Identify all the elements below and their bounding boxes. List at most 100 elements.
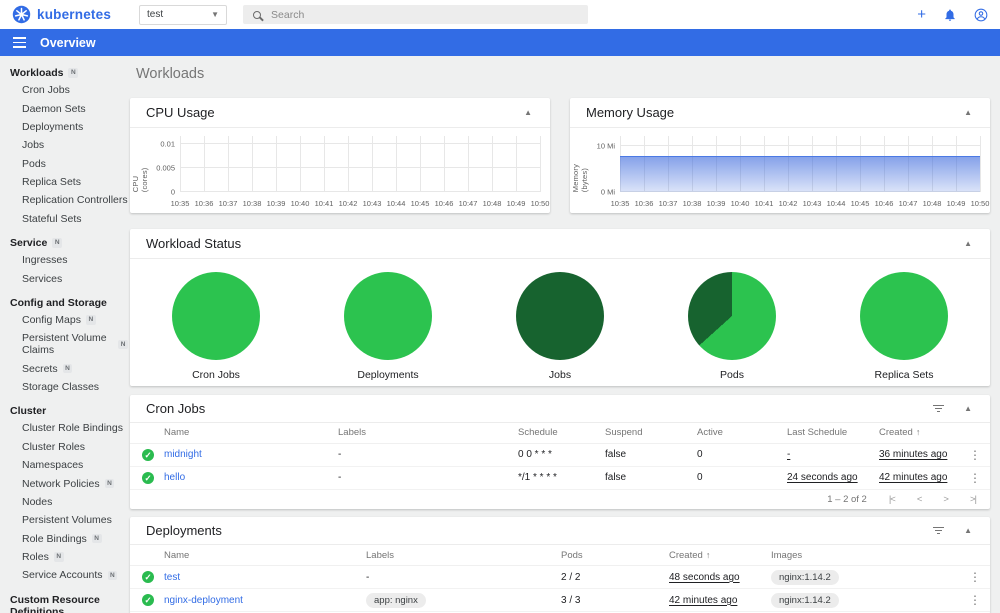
column-header-created[interactable]: Created ↑: [669, 550, 771, 561]
sidebar-item-nodes[interactable]: Nodes: [0, 493, 128, 511]
column-header-last-schedule[interactable]: Last Schedule: [787, 427, 879, 438]
sidebar-item-ingresses[interactable]: Ingresses: [0, 251, 128, 269]
kubernetes-logo[interactable]: kubernetes: [12, 5, 111, 24]
search-bar[interactable]: [243, 5, 589, 24]
sidebar-item-label: Secrets: [22, 362, 58, 375]
sidebar-item-roles[interactable]: Roles N: [0, 548, 128, 566]
pie-chart-deployments: [344, 272, 432, 360]
memory-y-axis-label: Memory (bytes): [571, 163, 589, 192]
status-ok-icon: ✓: [142, 471, 154, 484]
next-page-icon[interactable]: >: [943, 494, 948, 505]
menu-hamburger-icon[interactable]: [13, 37, 26, 48]
x-tick-label: 10:35: [610, 199, 630, 208]
schedule-cell: 0 0 * * *: [518, 449, 552, 460]
images-cell: nginx:1.14.2: [771, 569, 960, 585]
column-header-suspend[interactable]: Suspend: [605, 427, 697, 438]
sidebar-item-persistent-volume-claims[interactable]: Persistent Volume Claims N: [0, 329, 128, 359]
sidebar-group-workloads[interactable]: Workloads N: [10, 67, 128, 79]
column-header-schedule[interactable]: Schedule: [518, 427, 605, 438]
cronjob-name-link[interactable]: midnight: [164, 449, 338, 460]
gridline: [620, 145, 980, 147]
row-menu-icon[interactable]: ⋮: [960, 593, 990, 607]
sidebar-item-daemon-sets[interactable]: Daemon Sets: [0, 99, 128, 117]
sidebar-item-label: Namespaces: [22, 459, 84, 472]
sidebar-item-storage-classes[interactable]: Storage Classes: [0, 378, 128, 396]
sidebar-item-cron-jobs[interactable]: Cron Jobs: [0, 81, 128, 99]
column-header-name[interactable]: Name: [164, 427, 338, 438]
x-tick-label: 10:36: [194, 199, 214, 208]
sidebar-item-network-policies[interactable]: Network Policies N: [0, 474, 128, 492]
new-badge: N: [85, 315, 96, 325]
x-tick-label: 10:36: [634, 199, 654, 208]
deployment-name-link[interactable]: nginx-deployment: [164, 595, 366, 606]
collapse-caret-icon[interactable]: ▲: [962, 524, 974, 537]
sidebar-item-services[interactable]: Services: [0, 269, 128, 287]
kubernetes-dashboard: kubernetes test ▼ + Overview WorkloadsNC…: [0, 0, 1000, 613]
column-header-label: Last Schedule: [787, 427, 848, 439]
column-header-labels[interactable]: Labels: [366, 550, 561, 561]
deployments-table-header: Name Labels Pods Created ↑ Images: [130, 545, 990, 566]
last-page-icon[interactable]: >|: [970, 494, 977, 505]
sidebar-group-label: Config and Storage: [10, 296, 107, 309]
row-menu-icon[interactable]: ⋮: [960, 448, 990, 462]
column-header-label: Schedule: [518, 427, 558, 439]
sidebar-item-pods[interactable]: Pods: [0, 155, 128, 173]
top-bar: kubernetes test ▼ +: [0, 0, 1000, 29]
sidebar-item-replication-controllers[interactable]: Replication Controllers: [0, 191, 128, 209]
column-header-name[interactable]: Name: [164, 550, 366, 561]
x-tick-label: 10:43: [362, 199, 382, 208]
sidebar-group-service[interactable]: Service N: [10, 237, 128, 249]
x-tick-label: 10:50: [530, 199, 550, 208]
x-tick-label: 10:47: [898, 199, 918, 208]
collapse-caret-icon[interactable]: ▲: [962, 106, 974, 119]
row-menu-icon[interactable]: ⋮: [960, 471, 990, 485]
cronjob-name-link[interactable]: hello: [164, 472, 338, 483]
column-header-labels[interactable]: Labels: [338, 427, 518, 438]
sidebar-item-service-accounts[interactable]: Service Accounts N: [0, 566, 128, 584]
gridline: [468, 136, 469, 192]
notifications-bell-icon[interactable]: [943, 8, 957, 22]
x-tick-label: 10:38: [682, 199, 702, 208]
gridline: [324, 136, 325, 192]
x-tick-label: 10:44: [386, 199, 406, 208]
sidebar-item-deployments[interactable]: Deployments: [0, 118, 128, 136]
gridline: [276, 136, 277, 192]
x-tick-label: 10:35: [170, 199, 190, 208]
collapse-caret-icon[interactable]: ▲: [962, 237, 974, 250]
sidebar-item-replica-sets[interactable]: Replica Sets: [0, 173, 128, 191]
workload-status-title: Workload Status: [146, 236, 242, 251]
suspend-cell: false: [605, 472, 627, 483]
sidebar-item-persistent-volumes[interactable]: Persistent Volumes: [0, 511, 128, 529]
sidebar-item-label: Roles: [22, 551, 49, 564]
sidebar-item-stateful-sets[interactable]: Stateful Sets: [0, 210, 128, 228]
collapse-caret-icon[interactable]: ▲: [962, 402, 974, 415]
deployment-name-link[interactable]: test: [164, 572, 366, 583]
column-header-created[interactable]: Created ↑: [879, 427, 960, 438]
x-tick-label: 10:42: [338, 199, 358, 208]
collapse-caret-icon[interactable]: ▲: [522, 106, 534, 119]
sidebar-item-jobs[interactable]: Jobs: [0, 136, 128, 154]
column-header-pods[interactable]: Pods: [561, 550, 669, 561]
sidebar-item-cluster-roles[interactable]: Cluster Roles: [0, 438, 128, 456]
first-page-icon[interactable]: |<: [889, 494, 896, 505]
previous-page-icon[interactable]: <: [917, 494, 922, 505]
sidebar-item-cluster-role-bindings[interactable]: Cluster Role Bindings: [0, 419, 128, 437]
sidebar-item-role-bindings[interactable]: Role Bindings N: [0, 530, 128, 548]
filter-icon[interactable]: [933, 526, 945, 535]
labels-cell: -: [366, 572, 561, 583]
cpu-usage-card: CPU Usage ▲ CPU (cores) 0 0.005 0.01 10:35…: [130, 98, 550, 213]
sidebar-item-namespaces[interactable]: Namespaces: [0, 456, 128, 474]
filter-icon[interactable]: [933, 404, 945, 413]
column-header-images[interactable]: Images: [771, 550, 960, 561]
sidebar-group-label: Service: [10, 237, 48, 249]
search-input[interactable]: [271, 8, 579, 21]
sidebar-item-config-maps[interactable]: Config Maps N: [0, 311, 128, 329]
x-tick-label: 10:45: [850, 199, 870, 208]
row-menu-icon[interactable]: ⋮: [960, 570, 990, 584]
column-header-active[interactable]: Active: [697, 427, 787, 438]
create-resource-icon[interactable]: +: [917, 7, 926, 22]
namespace-selector[interactable]: test ▼: [139, 4, 228, 25]
sidebar-item-secrets[interactable]: Secrets N: [0, 360, 128, 378]
memory-usage-card: Memory Usage ▲ Memory (bytes) 0 Mi 10 Mi …: [570, 98, 990, 213]
account-user-icon[interactable]: [974, 8, 988, 22]
